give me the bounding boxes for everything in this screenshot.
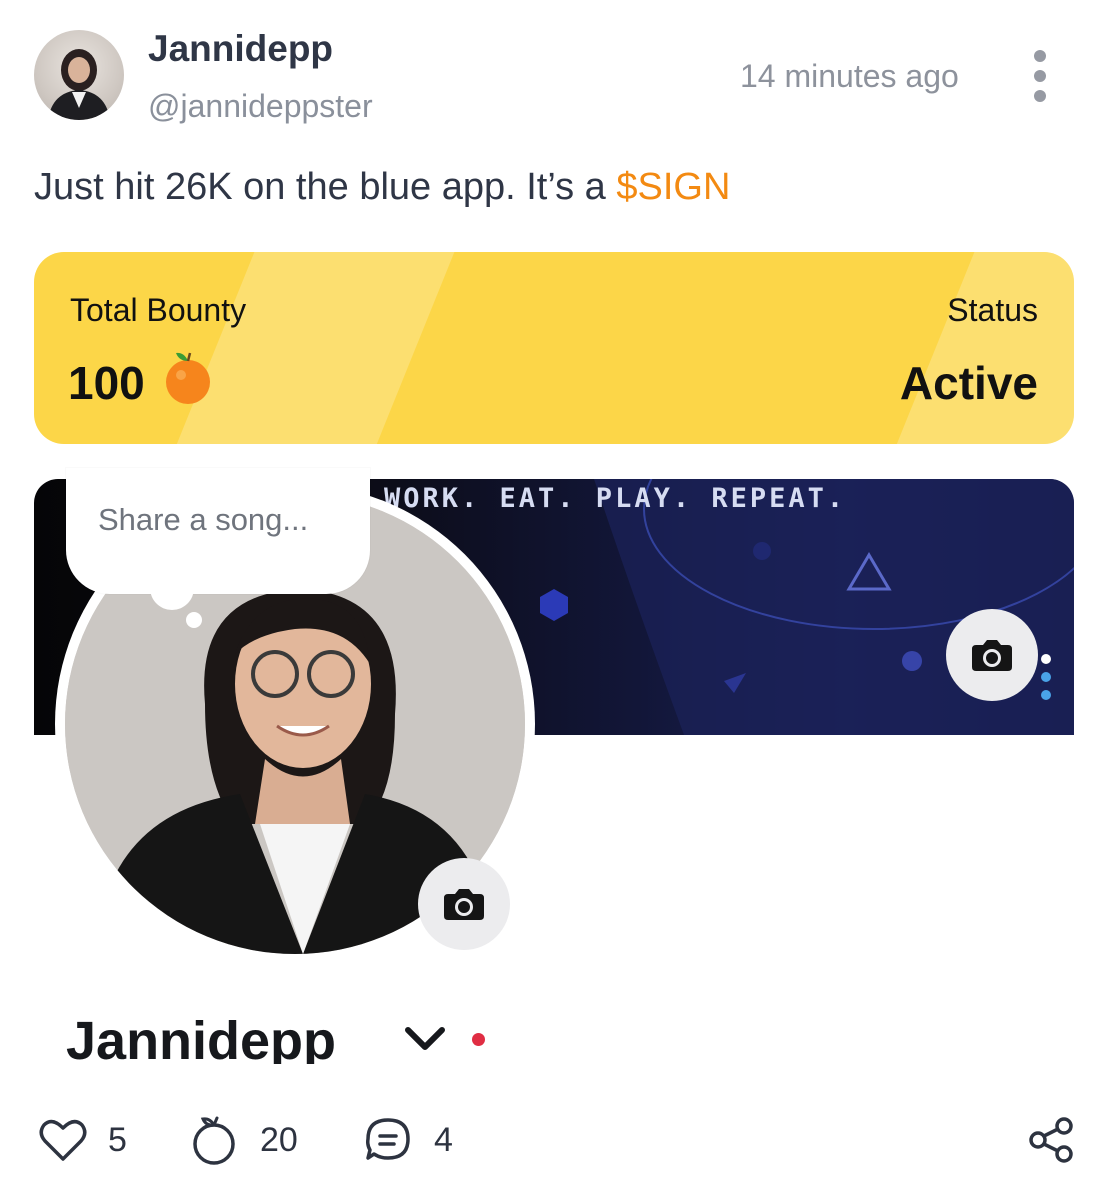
change-avatar-button[interactable]: [418, 858, 510, 950]
bounty-card: Total Bounty 100 Status Active: [34, 252, 1074, 444]
chevron-down-icon: [405, 1027, 445, 1050]
share-icon: [1029, 1117, 1073, 1163]
status-value: Active: [899, 357, 1038, 409]
author-handle[interactable]: @jannideppster: [148, 88, 373, 125]
share-button[interactable]: [1028, 1110, 1074, 1170]
post-timestamp: 14 minutes ago: [740, 58, 959, 94]
status-label: Status: [947, 292, 1038, 328]
post-text-body: Just hit 26K on the blue app. It’s a: [34, 166, 617, 208]
comment-icon: [366, 1118, 410, 1160]
orange-button[interactable]: 20: [190, 1110, 298, 1170]
post-text: Just hit 26K on the blue app. It’s a $SI…: [34, 166, 730, 209]
change-cover-button[interactable]: [946, 609, 1038, 701]
like-count: 5: [108, 1120, 127, 1159]
camera-icon: [444, 889, 484, 920]
heart-icon: [39, 1119, 87, 1161]
orange-outline-icon: [193, 1116, 235, 1165]
share-song-placeholder[interactable]: Share a song...: [98, 502, 308, 538]
profile-switch-button[interactable]: [402, 1020, 448, 1060]
more-options-button[interactable]: [1020, 44, 1060, 108]
total-bounty-label: Total Bounty: [70, 292, 247, 328]
author-display-name[interactable]: Jannidepp: [148, 28, 333, 70]
orange-icon: [162, 348, 214, 411]
orange-count: 20: [260, 1120, 298, 1159]
ticker-link[interactable]: $SIGN: [616, 166, 730, 208]
like-button[interactable]: 5: [38, 1110, 127, 1170]
camera-icon: [972, 640, 1012, 671]
card-stripe: [885, 252, 1074, 444]
author-avatar[interactable]: [34, 30, 124, 120]
comment-button[interactable]: 4: [364, 1110, 453, 1170]
bubble-dot: [186, 612, 202, 628]
cover-motto: WORK. EAT. PLAY. REPEAT.: [384, 483, 847, 514]
profile-name: Jannidepp: [66, 1011, 337, 1064]
total-bounty-value: 100: [68, 357, 145, 409]
online-status-dot: [472, 1033, 485, 1046]
comment-count: 4: [434, 1120, 453, 1159]
author-photo: [48, 49, 110, 120]
